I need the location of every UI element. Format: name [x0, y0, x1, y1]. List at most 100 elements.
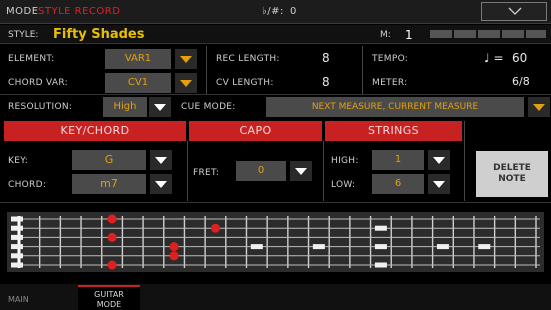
divider — [362, 46, 363, 94]
note-marker-white — [11, 244, 23, 250]
mode-value: STYLE RECORD — [38, 6, 121, 17]
delete-note-label-line2: NOTE — [498, 174, 526, 184]
note-marker-white — [374, 244, 387, 250]
note-marker-red — [107, 214, 117, 224]
delete-note-label-line1: DELETE — [493, 163, 531, 173]
note-marker-red — [107, 260, 117, 270]
note-marker-white — [436, 244, 449, 250]
triangle-down-icon — [155, 157, 167, 164]
key-chord-header: KEY/CHORD — [4, 121, 186, 141]
resolution-select[interactable]: High — [103, 97, 147, 117]
tab-guitar-mode-line2: MODE — [96, 300, 122, 309]
measure-indicator — [526, 30, 546, 38]
top-bar: MODE STYLE RECORD ♭/#: 0 — [0, 0, 551, 24]
note-marker-red — [169, 251, 179, 261]
transpose-value: 0 — [290, 6, 297, 17]
triangle-down-icon — [295, 168, 307, 175]
measure-indicator — [430, 30, 452, 38]
meter-value[interactable]: 6/8 — [512, 75, 530, 88]
element-label: ELEMENT: — [8, 54, 55, 64]
divider — [0, 202, 551, 203]
divider — [464, 121, 465, 201]
tab-main[interactable]: MAIN — [8, 295, 29, 304]
note-marker-white — [11, 234, 23, 240]
tempo-note-symbol: ♩ = — [484, 51, 504, 65]
tempo-value[interactable]: 60 — [512, 51, 527, 65]
note-marker-white — [11, 216, 23, 222]
cv-length-value[interactable]: 8 — [322, 75, 330, 89]
resolution-label: RESOLUTION: — [8, 102, 73, 112]
note-marker-white — [11, 225, 23, 231]
divider — [206, 46, 207, 94]
measure-indicator — [478, 30, 500, 38]
note-marker-red — [210, 223, 220, 233]
fret-label: FRET: — [193, 168, 220, 178]
tempo-label: TEMPO: — [372, 54, 409, 64]
divider — [323, 141, 324, 201]
style-label: STYLE: — [8, 30, 39, 40]
element-dropdown-button[interactable] — [175, 49, 197, 69]
triangle-down-icon — [433, 181, 445, 188]
low-string-select[interactable]: 6 — [372, 174, 424, 194]
cue-mode-select[interactable]: NEXT MEASURE, CURRENT MEASURE — [266, 97, 524, 117]
measure-label: M: — [380, 30, 391, 40]
measure-indicator — [502, 30, 524, 38]
high-string-dropdown-button[interactable] — [428, 150, 450, 170]
guitar-fretboard[interactable] — [7, 212, 544, 272]
cue-mode-dropdown-button[interactable] — [528, 97, 550, 117]
chord-dropdown-button[interactable] — [150, 174, 172, 194]
divider — [0, 94, 551, 95]
note-marker-white — [11, 253, 23, 259]
capo-fret-dropdown-button[interactable] — [290, 161, 312, 181]
key-dropdown-button[interactable] — [150, 150, 172, 170]
triangle-down-icon — [433, 157, 445, 164]
rec-length-value[interactable]: 8 — [322, 51, 330, 65]
strings-header: STRINGS — [325, 121, 462, 141]
tab-guitar-mode-line1: GUITAR — [94, 290, 124, 299]
measure-value: 1 — [405, 28, 413, 42]
style-name: Fifty Shades — [53, 27, 145, 42]
note-marker-white — [11, 262, 23, 268]
tab-guitar-mode[interactable]: GUITAR MODE — [78, 285, 140, 310]
note-marker-white — [374, 262, 387, 268]
mode-label: MODE — [6, 6, 39, 17]
key-select[interactable]: G — [72, 150, 146, 170]
note-marker-white — [250, 244, 263, 250]
style-row: STYLE: Fifty Shades M: 1 — [0, 25, 551, 44]
chevron-down-icon — [508, 7, 522, 15]
chord-label: CHORD: — [8, 180, 47, 190]
low-label: LOW: — [331, 180, 356, 190]
triangle-down-icon — [154, 104, 166, 111]
triangle-down-icon — [533, 104, 545, 111]
meter-label: METER: — [372, 78, 408, 88]
chord-select[interactable]: m7 — [72, 174, 146, 194]
key-label: KEY: — [8, 156, 29, 166]
fretboard-canvas[interactable] — [7, 212, 544, 272]
triangle-down-icon — [180, 56, 192, 63]
resolution-dropdown-button[interactable] — [149, 97, 171, 117]
capo-header: CAPO — [189, 121, 322, 141]
cue-mode-label: CUE MODE: — [181, 102, 236, 112]
measure-indicator — [454, 30, 476, 38]
divider — [187, 141, 188, 201]
cv-length-label: CV LENGTH: — [216, 78, 274, 88]
note-marker-white — [312, 244, 325, 250]
note-marker-white — [478, 244, 491, 250]
delete-note-button[interactable]: DELETE NOTE — [476, 151, 548, 197]
high-string-select[interactable]: 1 — [372, 150, 424, 170]
page-menu-button[interactable] — [481, 2, 547, 21]
chord-var-label: CHORD VAR: — [8, 78, 68, 88]
element-select[interactable]: VAR1 — [105, 49, 171, 69]
chord-var-dropdown-button[interactable] — [175, 73, 197, 93]
triangle-down-icon — [155, 181, 167, 188]
note-marker-white — [374, 225, 387, 231]
low-string-dropdown-button[interactable] — [428, 174, 450, 194]
high-label: HIGH: — [331, 156, 359, 166]
note-marker-red — [107, 232, 117, 242]
transpose-label: ♭/#: — [262, 6, 284, 17]
chord-var-select[interactable]: CV1 — [105, 73, 171, 93]
note-marker-red — [169, 242, 179, 252]
capo-fret-select[interactable]: 0 — [236, 161, 286, 181]
rec-length-label: REC LENGTH: — [216, 54, 280, 64]
triangle-down-icon — [180, 80, 192, 87]
